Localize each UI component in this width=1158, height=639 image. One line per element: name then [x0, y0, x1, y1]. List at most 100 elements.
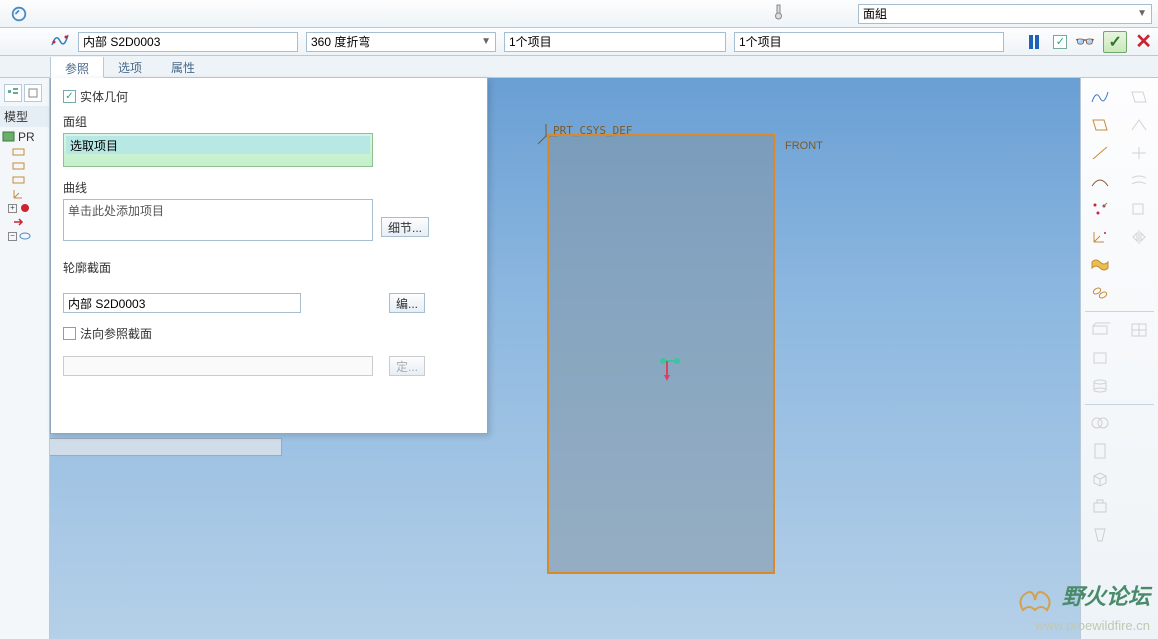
tool-grid-icon[interactable]: [1126, 319, 1152, 341]
model-tree[interactable]: PR + −: [0, 127, 49, 245]
tool-ribbon-icon[interactable]: [1087, 254, 1113, 276]
tree-datum-3[interactable]: [2, 173, 47, 187]
feature-toolbar: 内部 S2D0003 360 度折弯 ▼ 1个项目 1个项目 ✓ 👓 ✓ ✕: [0, 28, 1158, 56]
tab-properties[interactable]: 属性: [157, 56, 210, 77]
define-button: 定...: [389, 356, 425, 376]
tool-project-icon[interactable]: [1126, 198, 1152, 220]
internal-ref-input[interactable]: 内部 S2D0003: [78, 32, 298, 52]
profile-section-label: 轮廓截面: [63, 259, 475, 276]
tool-offset-icon[interactable]: [1126, 170, 1152, 192]
tool-csys-icon[interactable]: [1087, 226, 1113, 248]
tree-insert-arrow[interactable]: [2, 215, 47, 229]
model-tree-panel: 模型 PR + −: [0, 78, 50, 639]
checkbox-checked-icon: ✓: [63, 90, 76, 103]
tool-trim-icon[interactable]: [1126, 142, 1152, 164]
tab-reference-label: 参照: [65, 62, 89, 76]
tool-line-icon[interactable]: [1087, 142, 1113, 164]
sweep-icon: [50, 31, 70, 52]
solid-geom-label: 实体几何: [80, 88, 128, 105]
tool-blank-7: [1126, 468, 1152, 490]
expand-icon[interactable]: +: [8, 204, 17, 213]
curve-label: 曲线: [63, 179, 475, 196]
tool-wrap-icon[interactable]: [1087, 319, 1113, 341]
tool-blank-3: [1126, 347, 1152, 369]
tool-box-icon[interactable]: [1087, 347, 1113, 369]
select-item-row[interactable]: 选取项目: [66, 136, 370, 154]
select-item-text: 选取项目: [70, 137, 118, 154]
tab-options[interactable]: 选项: [104, 56, 157, 77]
tab-options-label: 选项: [118, 61, 142, 75]
tree-datum-2[interactable]: [2, 159, 47, 173]
tree-feature-1[interactable]: +: [2, 201, 47, 215]
thermometer-icon: [772, 4, 786, 23]
tree-datum-1[interactable]: [2, 145, 47, 159]
tree-csys[interactable]: [2, 187, 47, 201]
tool-shell-icon[interactable]: [1087, 496, 1113, 518]
surface-group-label: 面组: [63, 113, 475, 130]
define-button-label: 定...: [396, 358, 418, 375]
detail-button[interactable]: 细节...: [381, 217, 429, 237]
collapse-icon[interactable]: −: [8, 232, 17, 241]
tool-merge-icon[interactable]: [1087, 412, 1113, 434]
surface-group-value: 面組: [863, 5, 887, 22]
tree-root[interactable]: PR: [2, 129, 47, 145]
tool-blank-6: [1126, 440, 1152, 462]
tool-cube-icon[interactable]: [1087, 468, 1113, 490]
tool-surface-icon[interactable]: [1126, 86, 1152, 108]
tool-spline-icon[interactable]: [1087, 170, 1113, 192]
panel-resize-handle[interactable]: [50, 438, 282, 456]
panel-tabs: 参照 选项 属性: [0, 56, 1158, 78]
curve-collector[interactable]: 单击此处添加项目: [63, 199, 373, 241]
origin-triad-icon: [655, 353, 685, 383]
items1-value: 1个项目: [509, 33, 552, 50]
bend-select[interactable]: 360 度折弯 ▼: [306, 32, 496, 52]
watermark: 野火论坛 www.proewildfire.cn: [1015, 579, 1150, 633]
tool-curve-icon[interactable]: [1087, 86, 1113, 108]
tree-root-label: PR: [18, 130, 35, 144]
edit-button-label: 编...: [396, 295, 418, 312]
tool-draft-icon[interactable]: [1087, 524, 1113, 546]
ok-button[interactable]: ✓: [1103, 31, 1127, 53]
surface-group-collector[interactable]: 选取项目: [63, 133, 373, 167]
reference-panel: ✓ 实体几何 面组 选取项目 曲线 单击此处添加项目 细节... 轮廓截面 内部…: [50, 78, 488, 434]
edit-button[interactable]: 编...: [389, 293, 425, 313]
model-label: 模型: [0, 106, 49, 127]
tool-blank-2: [1126, 282, 1152, 304]
tool-page-icon[interactable]: [1087, 440, 1113, 462]
detail-button-label: 细节...: [388, 219, 422, 236]
app-icon: [6, 3, 32, 25]
normal-ref-label: 法向参照截面: [80, 325, 152, 342]
tool-mirror-icon[interactable]: [1126, 226, 1152, 248]
tool-quad-icon[interactable]: [1087, 114, 1113, 136]
tool-blank-1: [1126, 254, 1152, 276]
checkbox-unchecked-icon: ✓: [63, 327, 76, 340]
internal-ref-value: 内部 S2D0003: [83, 33, 160, 50]
chevron-down-icon: ▼: [1137, 8, 1147, 19]
tree-feature-2[interactable]: −: [2, 229, 47, 243]
tree-tab-1[interactable]: [4, 84, 22, 102]
tab-properties-label: 属性: [171, 61, 195, 75]
tool-chain-icon[interactable]: [1087, 282, 1113, 304]
surface-group-select[interactable]: 面組 ▼: [858, 4, 1152, 24]
solid-geom-checkbox[interactable]: ✓ 实体几何: [63, 88, 475, 105]
cancel-button[interactable]: ✕: [1135, 29, 1152, 54]
profile-input[interactable]: 内部 S2D0003: [63, 293, 301, 313]
normal-ref-checkbox[interactable]: ✓ 法向参照截面: [63, 325, 475, 342]
glasses-icon[interactable]: 👓: [1075, 32, 1095, 52]
right-toolbar: [1080, 78, 1158, 639]
items1-input[interactable]: 1个项目: [504, 32, 726, 52]
tool-blank-4: [1126, 375, 1152, 397]
watermark-url: www.proewildfire.cn: [1015, 618, 1150, 633]
pause-button[interactable]: [1029, 34, 1045, 50]
items2-input[interactable]: 1个项目: [734, 32, 1004, 52]
normal-ref-input: [63, 356, 373, 376]
preview-checkbox[interactable]: ✓: [1053, 35, 1067, 49]
tab-reference[interactable]: 参照: [50, 57, 104, 78]
items2-value: 1个项目: [739, 33, 782, 50]
tool-extend-icon[interactable]: [1126, 114, 1152, 136]
tool-cylinder-icon[interactable]: [1087, 375, 1113, 397]
tool-points-icon[interactable]: [1087, 198, 1113, 220]
chevron-down-icon: ▼: [481, 36, 491, 47]
watermark-logo-icon: [1015, 584, 1059, 618]
tree-tab-2[interactable]: [24, 84, 42, 102]
